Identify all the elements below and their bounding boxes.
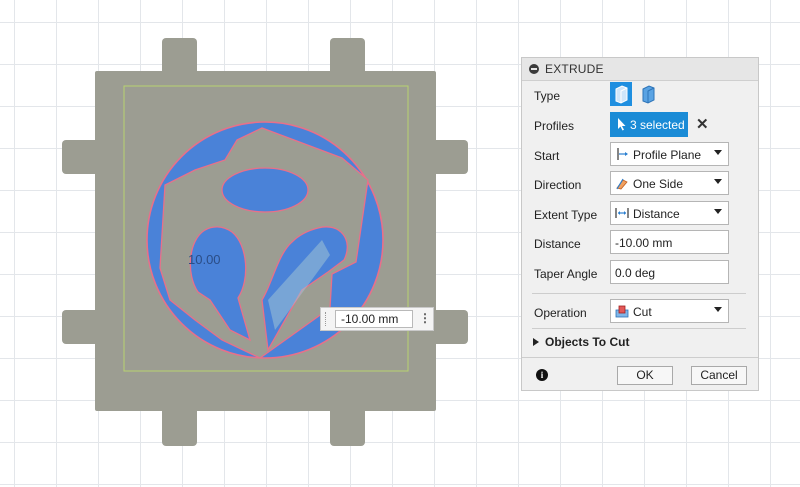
type-label: Type <box>534 89 561 103</box>
direction-label: Direction <box>534 178 582 192</box>
dimension-input[interactable]: -10.00 mm <box>335 310 413 328</box>
clear-selection-icon[interactable]: ✕ <box>696 115 709 133</box>
dialog-title: EXTRUDE <box>545 62 604 76</box>
chevron-down-icon <box>714 179 722 184</box>
objects-to-cut-toggle[interactable]: Objects To Cut <box>545 335 629 349</box>
one-side-icon <box>616 178 628 190</box>
chevron-down-icon <box>714 150 722 155</box>
operation-value: Cut <box>633 305 652 319</box>
drag-handle[interactable] <box>325 312 329 326</box>
pointer-icon <box>618 118 626 131</box>
operation-label: Operation <box>534 306 587 320</box>
extent-type-value: Distance <box>633 207 680 221</box>
start-value: Profile Plane <box>633 148 702 162</box>
direction-value: One Side <box>633 177 684 191</box>
profile-plane-icon <box>617 148 628 160</box>
collapse-icon[interactable] <box>529 64 539 74</box>
divider <box>532 293 746 294</box>
cancel-button[interactable]: Cancel <box>691 366 747 385</box>
ok-button[interactable]: OK <box>617 366 673 385</box>
taper-angle-value: 0.0 deg <box>615 266 656 280</box>
operation-dropdown[interactable]: Cut <box>610 299 729 323</box>
dialog-header[interactable]: EXTRUDE <box>522 58 758 81</box>
profiles-count: 3 selected <box>630 118 685 132</box>
distance-value: -10.00 mm <box>615 236 673 250</box>
extrude-body-icon <box>615 85 628 104</box>
start-label: Start <box>534 149 560 163</box>
profiles-select-button[interactable]: 3 selected <box>610 112 688 137</box>
dimension-label: 10.00 <box>188 252 221 267</box>
extrude-dialog: EXTRUDE Type Profiles 3 selected ✕ Start… <box>521 57 759 391</box>
divider <box>532 328 746 329</box>
direction-dropdown[interactable]: One Side <box>610 171 729 195</box>
type-thin-button[interactable] <box>637 82 659 106</box>
type-body-button[interactable] <box>610 82 632 106</box>
extrude-thin-icon <box>642 85 655 104</box>
divider <box>522 357 758 358</box>
dimension-input-box: -10.00 mm ⋮ <box>320 307 434 331</box>
vertical-dots-icon[interactable]: ⋮ <box>419 310 431 328</box>
distance-input[interactable]: -10.00 mm <box>610 230 729 254</box>
distance-icon <box>615 208 629 218</box>
info-icon[interactable]: i <box>536 369 548 381</box>
taper-angle-label: Taper Angle <box>534 267 598 281</box>
chevron-down-icon <box>714 209 722 214</box>
chevron-down-icon <box>714 307 722 312</box>
profiles-label: Profiles <box>534 119 575 133</box>
extent-type-dropdown[interactable]: Distance <box>610 201 729 225</box>
extent-type-label: Extent Type <box>534 208 598 222</box>
cut-icon <box>615 305 629 318</box>
start-dropdown[interactable]: Profile Plane <box>610 142 729 166</box>
distance-label: Distance <box>534 237 581 251</box>
taper-angle-input[interactable]: 0.0 deg <box>610 260 729 284</box>
expand-triangle-icon[interactable] <box>533 338 539 346</box>
